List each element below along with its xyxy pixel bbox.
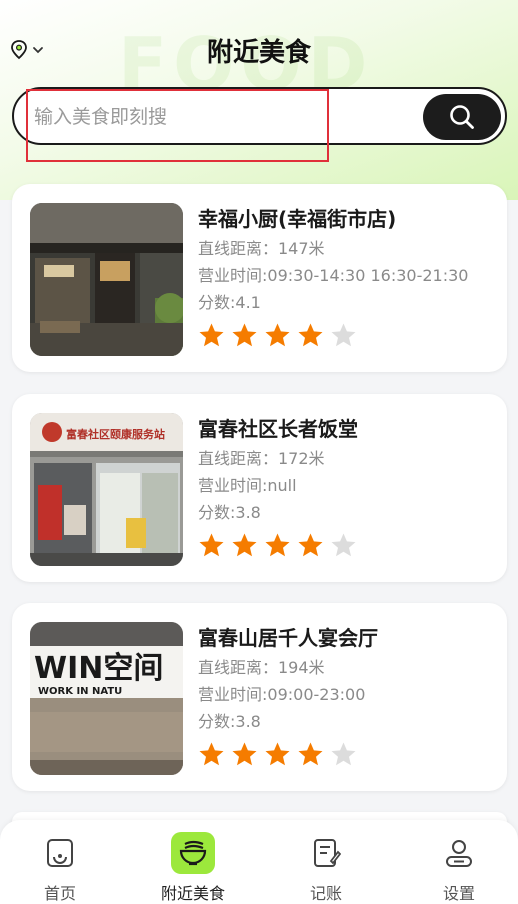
- restaurant-distance: 直线距离：172米: [198, 449, 325, 468]
- rating-stars: [198, 532, 498, 559]
- tab-settings[interactable]: 设置: [394, 820, 518, 904]
- user-settings-icon: [437, 832, 481, 874]
- restaurant-photo: WIN空间 WORK IN NATU: [30, 622, 183, 775]
- restaurant-photo: 富春社区颐康服务站: [30, 413, 183, 566]
- star-filled-icon: [298, 742, 323, 766]
- restaurant-card[interactable]: 富春社区颐康服务站 富春社区长者饭堂 直线距离：172米 营业时间:null 分…: [12, 394, 507, 582]
- restaurant-card[interactable]: WIN空间 WORK IN NATU 富春山居千人宴会厅 直线距离：194米 营…: [12, 603, 507, 791]
- home-icon: [38, 832, 82, 874]
- star-filled-icon: [265, 742, 290, 766]
- rating-stars: [198, 322, 498, 349]
- search-icon: [450, 105, 474, 129]
- photo-sign-text: 富春社区颐康服务站: [66, 427, 165, 441]
- page-title: 附近美食: [206, 38, 311, 68]
- tab-nearby-food[interactable]: 附近美食: [128, 820, 258, 904]
- photo-sign-subtext: WORK IN NATU: [38, 686, 122, 697]
- restaurant-photo: [30, 203, 183, 356]
- restaurant-card[interactable]: 幸福小厨(幸福街市店) 直线距离：147米 营业时间:09:30-14:30 1…: [12, 184, 507, 372]
- restaurant-score: 分数:3.8: [198, 712, 261, 731]
- restaurant-distance: 直线距离：147米: [198, 239, 325, 258]
- highlight-box: [26, 89, 329, 162]
- rating-stars: [198, 741, 498, 768]
- star-empty-icon: [331, 533, 356, 557]
- noodle-bowl-icon: [171, 832, 215, 874]
- star-filled-icon: [265, 323, 290, 347]
- restaurant-hours: 营业时间:null: [198, 476, 297, 495]
- star-filled-icon: [232, 742, 257, 766]
- star-filled-icon: [265, 533, 290, 557]
- star-filled-icon: [199, 323, 224, 347]
- photo-sign-text: WIN空间: [34, 651, 163, 686]
- star-filled-icon: [298, 323, 323, 347]
- star-filled-icon: [199, 742, 224, 766]
- star-filled-icon: [298, 533, 323, 557]
- star-empty-icon: [331, 742, 356, 766]
- tab-label: 附近美食: [160, 884, 225, 903]
- restaurant-name: 幸福小厨(幸福街市店): [198, 207, 397, 231]
- search-button[interactable]: [423, 94, 501, 140]
- star-empty-icon: [331, 323, 356, 347]
- tab-label: 设置: [442, 884, 475, 903]
- tab-bookkeeping[interactable]: 记账: [261, 820, 391, 904]
- restaurant-score: 分数:4.1: [198, 293, 261, 312]
- restaurant-score: 分数:3.8: [198, 503, 261, 522]
- restaurant-distance: 直线距离：194米: [198, 658, 325, 677]
- restaurant-hours: 营业时间:09:30-14:30 16:30-21:30: [198, 266, 469, 285]
- restaurant-name: 富春山居千人宴会厅: [198, 626, 378, 650]
- tab-label: 记账: [309, 884, 342, 903]
- star-filled-icon: [232, 533, 257, 557]
- notebook-icon: [304, 832, 348, 874]
- tab-home[interactable]: 首页: [0, 820, 125, 904]
- star-filled-icon: [232, 323, 257, 347]
- star-filled-icon: [199, 533, 224, 557]
- tab-label: 首页: [43, 884, 76, 903]
- bottom-tab-bar: 首页 附近美食 记账 设置: [0, 820, 518, 904]
- restaurant-hours: 营业时间:09:00-23:00: [198, 685, 366, 704]
- restaurant-name: 富春社区长者饭堂: [198, 417, 358, 441]
